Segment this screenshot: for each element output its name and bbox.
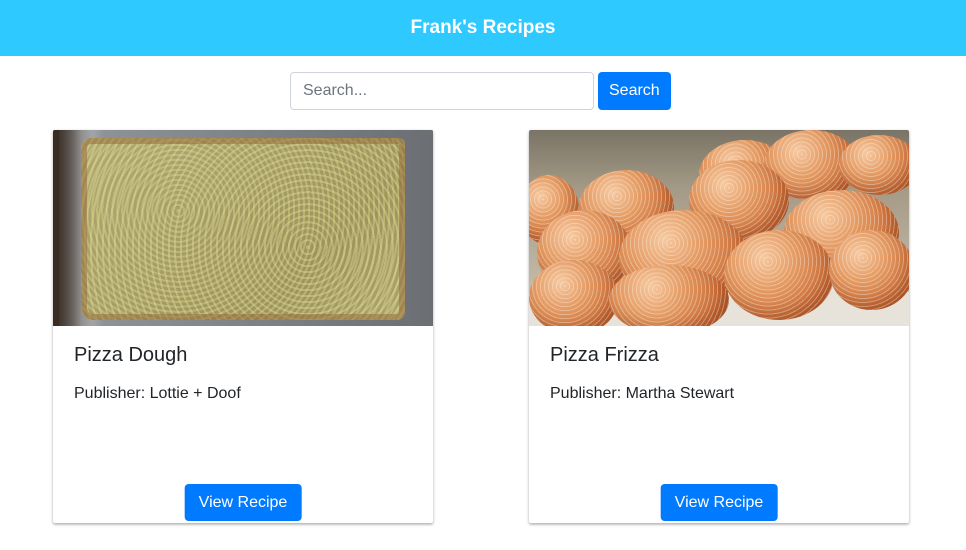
recipe-image[interactable] (53, 130, 433, 326)
view-recipe-button[interactable]: View Recipe (184, 484, 302, 521)
recipe-card: Pizza Dough Publisher: Lottie + Doof Vie… (53, 130, 433, 523)
pizza-dough-photo (81, 138, 405, 320)
recipe-card: Pizza Frizza Publisher: Martha Stewart V… (529, 130, 909, 523)
search-button[interactable]: Search (598, 72, 671, 110)
fried-dough-ball (609, 265, 729, 326)
fried-dough-ball (724, 230, 834, 320)
recipe-publisher: Publisher: Martha Stewart (550, 385, 735, 402)
search-bar: Search (290, 72, 671, 110)
app-title: Frank's Recipes (410, 17, 556, 38)
recipe-title: Pizza Dough (74, 344, 188, 366)
recipe-publisher: Publisher: Lottie + Doof (74, 385, 241, 402)
view-recipe-button[interactable]: View Recipe (660, 484, 778, 521)
recipe-title: Pizza Frizza (550, 344, 659, 366)
app-header: Frank's Recipes (0, 0, 966, 56)
fried-dough-ball (839, 135, 909, 195)
fried-dough-ball (529, 260, 619, 326)
recipe-image[interactable] (529, 130, 909, 326)
search-input[interactable] (290, 72, 594, 110)
fried-dough-ball (829, 230, 909, 310)
